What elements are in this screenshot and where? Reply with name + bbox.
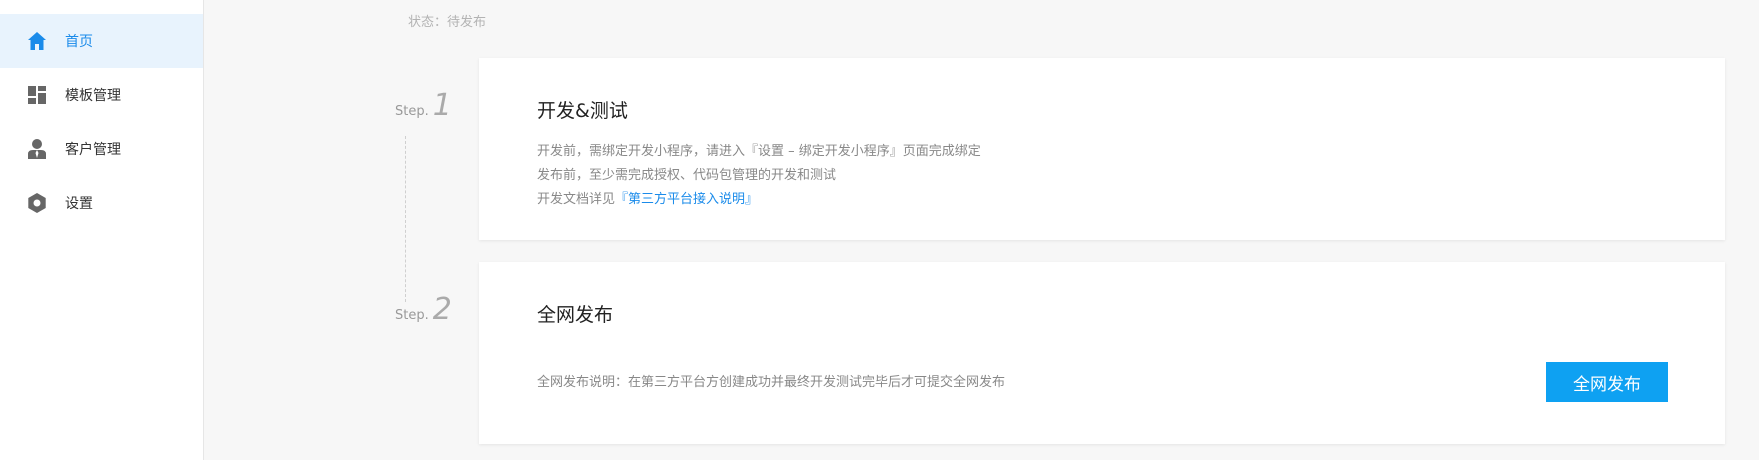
- doc-prefix: 开发文档详见: [537, 192, 616, 207]
- step-number: 2: [432, 292, 452, 327]
- user-icon: [26, 138, 48, 160]
- step-2-label: Step. 2: [395, 292, 452, 327]
- step-1-line-1: 开发前，需绑定开发小程序，请进入『设置 – 绑定开发小程序』页面完成绑定: [537, 144, 981, 159]
- step-number: 1: [432, 88, 452, 123]
- status-text: 状态：待发布: [408, 15, 487, 30]
- sidebar-item-customers[interactable]: 客户管理: [0, 122, 203, 176]
- step-1-label: Step. 1: [395, 88, 452, 123]
- step-prefix: Step.: [395, 308, 429, 323]
- step-2-title: 全网发布: [537, 304, 614, 326]
- step-1-title: 开发&测试: [537, 100, 628, 122]
- step-1-doc-line: 开发文档详见『第三方平台接入说明』: [537, 188, 758, 207]
- sidebar-item-label: 首页: [65, 34, 93, 50]
- doc-link[interactable]: 『第三方平台接入说明』: [615, 192, 758, 207]
- dashboard-icon: [26, 84, 48, 106]
- home-icon: [26, 30, 48, 52]
- main-content: 状态：待发布 Step. 1 Step. 2 开发&测试 开发前，需绑定开发小程序，…: [205, 0, 1759, 460]
- publish-button[interactable]: 全网发布: [1546, 362, 1668, 402]
- sidebar-item-templates[interactable]: 模板管理: [0, 68, 203, 122]
- app-root: 首页 模板管理 客户管理 设置 状态：待发布 Step. 1 Step. 2 开…: [0, 0, 1759, 460]
- sidebar: 首页 模板管理 客户管理 设置: [0, 0, 204, 460]
- sidebar-item-label: 客户管理: [65, 142, 121, 158]
- step-connector-line: [405, 136, 406, 302]
- gear-icon: [26, 192, 48, 214]
- step-1-card: 开发&测试 开发前，需绑定开发小程序，请进入『设置 – 绑定开发小程序』页面完成…: [479, 58, 1725, 240]
- sidebar-item-label: 设置: [65, 196, 93, 212]
- step-2-description: 全网发布说明：在第三方平台方创建成功并最终开发测试完毕后才可提交全网发布: [537, 375, 1006, 390]
- sidebar-item-settings[interactable]: 设置: [0, 176, 203, 230]
- sidebar-item-label: 模板管理: [65, 88, 121, 104]
- step-2-card: 全网发布 全网发布说明：在第三方平台方创建成功并最终开发测试完毕后才可提交全网发…: [479, 262, 1725, 444]
- step-1-line-2: 发布前，至少需完成授权、代码包管理的开发和测试: [537, 168, 837, 183]
- step-prefix: Step.: [395, 104, 429, 119]
- sidebar-item-home[interactable]: 首页: [0, 14, 203, 68]
